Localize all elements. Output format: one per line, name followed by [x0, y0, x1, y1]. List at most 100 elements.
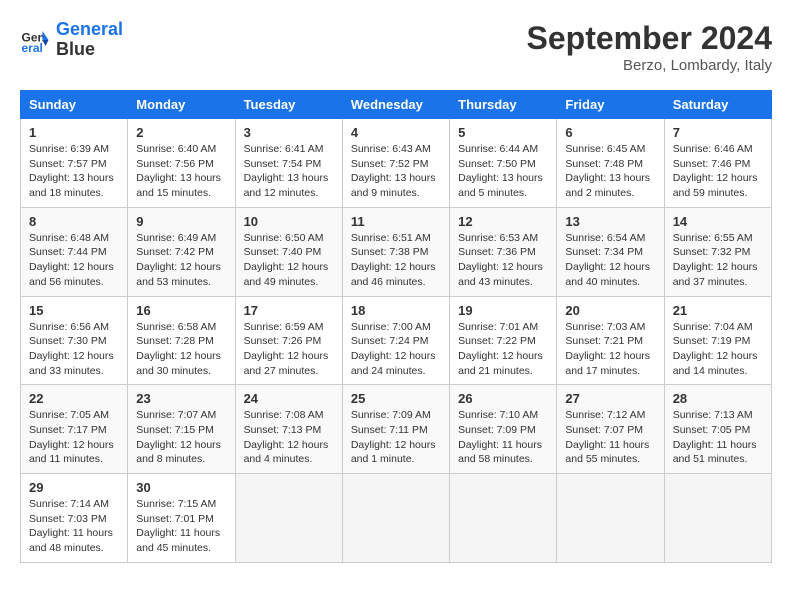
cell-text: Sunrise: 7:10 AMSunset: 7:09 PMDaylight:… — [458, 408, 548, 467]
day-number: 16 — [136, 303, 226, 318]
day-number: 24 — [244, 391, 334, 406]
calendar-week-4: 22 Sunrise: 7:05 AMSunset: 7:17 PMDayligh… — [21, 385, 772, 474]
calendar-cell: 7Sunrise: 6:46 AMSunset: 7:46 PMDaylight… — [664, 119, 771, 208]
cell-text: Sunrise: 7:07 AMSunset: 7:15 PMDaylight:… — [136, 408, 226, 467]
day-number: 11 — [351, 214, 441, 229]
calendar-cell: 8 Sunrise: 6:48 AMSunset: 7:44 PMDaylight… — [21, 207, 128, 296]
header-tuesday: Tuesday — [235, 91, 342, 119]
header-friday: Friday — [557, 91, 664, 119]
cell-text: Sunrise: 7:13 AMSunset: 7:05 PMDaylight:… — [673, 408, 763, 467]
cell-text: Sunrise: 6:49 AMSunset: 7:42 PMDaylight:… — [136, 231, 226, 290]
cell-text: Sunrise: 6:44 AMSunset: 7:50 PMDaylight:… — [458, 142, 548, 201]
calendar-cell: 30 Sunrise: 7:15 AMSunset: 7:01 PMDayligh… — [128, 474, 235, 563]
calendar-table: SundayMondayTuesdayWednesdayThursdayFrid… — [20, 90, 772, 563]
cell-text: Sunrise: 7:15 AMSunset: 7:01 PMDaylight:… — [136, 497, 226, 556]
calendar-cell — [450, 474, 557, 563]
cell-text: Sunrise: 7:04 AMSunset: 7:19 PMDaylight:… — [673, 320, 763, 379]
header-thursday: Thursday — [450, 91, 557, 119]
day-number: 1 — [29, 125, 119, 140]
cell-text: Sunrise: 6:53 AMSunset: 7:36 PMDaylight:… — [458, 231, 548, 290]
day-number: 23 — [136, 391, 226, 406]
calendar-cell: 4Sunrise: 6:43 AMSunset: 7:52 PMDaylight… — [342, 119, 449, 208]
calendar-cell: 13Sunrise: 6:54 AMSunset: 7:34 PMDayligh… — [557, 207, 664, 296]
calendar-cell: 25 Sunrise: 7:09 AMSunset: 7:11 PMDayligh… — [342, 385, 449, 474]
calendar-cell: 5 Sunrise: 6:44 AMSunset: 7:50 PMDaylight… — [450, 119, 557, 208]
cell-text: Sunrise: 6:40 AMSunset: 7:56 PMDaylight:… — [136, 142, 226, 201]
cell-text: Sunrise: 6:58 AMSunset: 7:28 PMDaylight:… — [136, 320, 226, 379]
calendar-cell: 22 Sunrise: 7:05 AMSunset: 7:17 PMDayligh… — [21, 385, 128, 474]
day-number: 10 — [244, 214, 334, 229]
calendar-cell: 18Sunrise: 7:00 AMSunset: 7:24 PMDayligh… — [342, 296, 449, 385]
cell-text: Sunrise: 6:48 AMSunset: 7:44 PMDaylight:… — [29, 231, 119, 290]
day-number: 25 — [351, 391, 441, 406]
day-number: 7 — [673, 125, 763, 140]
cell-text: Sunrise: 7:00 AMSunset: 7:24 PMDaylight:… — [351, 320, 441, 379]
calendar-cell: 14 Sunrise: 6:55 AMSunset: 7:32 PMDayligh… — [664, 207, 771, 296]
day-number: 22 — [29, 391, 119, 406]
day-number: 20 — [565, 303, 655, 318]
cell-text: Sunrise: 6:55 AMSunset: 7:32 PMDaylight:… — [673, 231, 763, 290]
day-number: 30 — [136, 480, 226, 495]
calendar-header-row: SundayMondayTuesdayWednesdayThursdayFrid… — [21, 91, 772, 119]
cell-text: Sunrise: 7:09 AMSunset: 7:11 PMDaylight:… — [351, 408, 441, 467]
svg-text:eral: eral — [22, 41, 43, 55]
calendar-cell: 11 Sunrise: 6:51 AMSunset: 7:38 PMDayligh… — [342, 207, 449, 296]
calendar-cell: 6 Sunrise: 6:45 AMSunset: 7:48 PMDaylight… — [557, 119, 664, 208]
calendar-cell: 10 Sunrise: 6:50 AMSunset: 7:40 PMDayligh… — [235, 207, 342, 296]
calendar-cell: 20Sunrise: 7:03 AMSunset: 7:21 PMDayligh… — [557, 296, 664, 385]
cell-text: Sunrise: 6:56 AMSunset: 7:30 PMDaylight:… — [29, 320, 119, 379]
calendar-cell — [235, 474, 342, 563]
calendar-week-5: 29 Sunrise: 7:14 AMSunset: 7:03 PMDayligh… — [21, 474, 772, 563]
calendar-week-1: 1 Sunrise: 6:39 AMSunset: 7:57 PMDaylight… — [21, 119, 772, 208]
header-saturday: Saturday — [664, 91, 771, 119]
cell-text: Sunrise: 6:45 AMSunset: 7:48 PMDaylight:… — [565, 142, 655, 201]
day-number: 27 — [565, 391, 655, 406]
header-sunday: Sunday — [21, 91, 128, 119]
logo: Gen eral GeneralBlue — [20, 20, 123, 60]
day-number: 14 — [673, 214, 763, 229]
header-wednesday: Wednesday — [342, 91, 449, 119]
calendar-cell: 27 Sunrise: 7:12 AMSunset: 7:07 PMDayligh… — [557, 385, 664, 474]
cell-text: Sunrise: 7:08 AMSunset: 7:13 PMDaylight:… — [244, 408, 334, 467]
calendar-week-3: 15Sunrise: 6:56 AMSunset: 7:30 PMDayligh… — [21, 296, 772, 385]
cell-text: Sunrise: 7:12 AMSunset: 7:07 PMDaylight:… — [565, 408, 655, 467]
calendar-cell — [557, 474, 664, 563]
calendar-cell: 16 Sunrise: 6:58 AMSunset: 7:28 PMDayligh… — [128, 296, 235, 385]
cell-text: Sunrise: 7:14 AMSunset: 7:03 PMDaylight:… — [29, 497, 119, 556]
page-header: Gen eral GeneralBlue September 2024 Berz… — [20, 20, 772, 74]
calendar-cell: 23 Sunrise: 7:07 AMSunset: 7:15 PMDayligh… — [128, 385, 235, 474]
cell-text: Sunrise: 6:39 AMSunset: 7:57 PMDaylight:… — [29, 142, 119, 201]
logo-text: GeneralBlue — [56, 20, 123, 60]
day-number: 2 — [136, 125, 226, 140]
calendar-cell: 29 Sunrise: 7:14 AMSunset: 7:03 PMDayligh… — [21, 474, 128, 563]
day-number: 21 — [673, 303, 763, 318]
calendar-cell: 26 Sunrise: 7:10 AMSunset: 7:09 PMDayligh… — [450, 385, 557, 474]
calendar-cell: 3Sunrise: 6:41 AMSunset: 7:54 PMDaylight… — [235, 119, 342, 208]
day-number: 3 — [244, 125, 334, 140]
cell-text: Sunrise: 6:51 AMSunset: 7:38 PMDaylight:… — [351, 231, 441, 290]
location-subtitle: Berzo, Lombardy, Italy — [527, 57, 772, 74]
calendar-cell: 9Sunrise: 6:49 AMSunset: 7:42 PMDaylight… — [128, 207, 235, 296]
day-number: 13 — [565, 214, 655, 229]
calendar-cell: 15Sunrise: 6:56 AMSunset: 7:30 PMDayligh… — [21, 296, 128, 385]
day-number: 17 — [244, 303, 334, 318]
month-title: September 2024 — [527, 20, 772, 57]
day-number: 5 — [458, 125, 548, 140]
calendar-cell: 2 Sunrise: 6:40 AMSunset: 7:56 PMDaylight… — [128, 119, 235, 208]
day-number: 12 — [458, 214, 548, 229]
calendar-cell: 17Sunrise: 6:59 AMSunset: 7:26 PMDayligh… — [235, 296, 342, 385]
calendar-week-2: 8 Sunrise: 6:48 AMSunset: 7:44 PMDaylight… — [21, 207, 772, 296]
day-number: 26 — [458, 391, 548, 406]
cell-text: Sunrise: 7:05 AMSunset: 7:17 PMDaylight:… — [29, 408, 119, 467]
cell-text: Sunrise: 7:01 AMSunset: 7:22 PMDaylight:… — [458, 320, 548, 379]
calendar-cell: 12 Sunrise: 6:53 AMSunset: 7:36 PMDayligh… — [450, 207, 557, 296]
logo-icon: Gen eral — [20, 25, 50, 55]
cell-text: Sunrise: 6:50 AMSunset: 7:40 PMDaylight:… — [244, 231, 334, 290]
calendar-cell: 21 Sunrise: 7:04 AMSunset: 7:19 PMDayligh… — [664, 296, 771, 385]
day-number: 19 — [458, 303, 548, 318]
calendar-cell: 19 Sunrise: 7:01 AMSunset: 7:22 PMDayligh… — [450, 296, 557, 385]
day-number: 8 — [29, 214, 119, 229]
day-number: 6 — [565, 125, 655, 140]
day-number: 29 — [29, 480, 119, 495]
title-block: September 2024 Berzo, Lombardy, Italy — [527, 20, 772, 74]
